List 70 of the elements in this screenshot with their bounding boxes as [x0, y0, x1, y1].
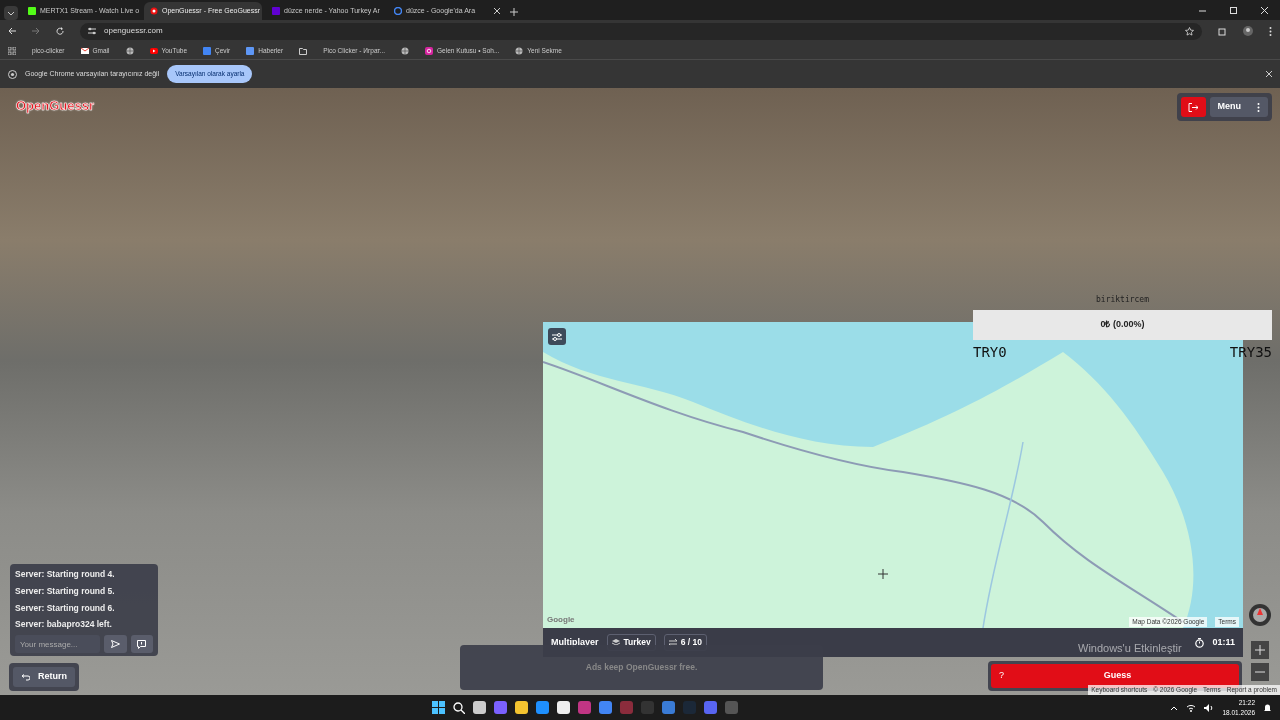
- goal-minimum: TRY0: [973, 343, 1007, 362]
- star-icon[interactable]: [1185, 26, 1194, 36]
- goal-amount: 0₺ (0.00%): [1100, 318, 1145, 332]
- goal-title: biriktircem: [1095, 294, 1150, 306]
- menu-button[interactable]: Menu: [1209, 97, 1268, 117]
- globe-icon[interactable]: [125, 46, 134, 55]
- close-icon[interactable]: [1261, 6, 1268, 14]
- chat-message: Server: Starting round 6.: [15, 601, 116, 615]
- round-timer: 01:11: [1212, 635, 1235, 649]
- send-icon: [110, 640, 120, 648]
- layers-icon: [611, 639, 620, 646]
- back-icon[interactable]: [8, 27, 16, 35]
- speech-bubble-icon: [137, 639, 147, 649]
- camera-icon: [425, 46, 434, 55]
- site-settings-icon[interactable]: [88, 27, 96, 35]
- profile-avatar-icon[interactable]: [1243, 26, 1253, 36]
- more-icon: [1257, 102, 1260, 112]
- address-bar[interactable]: openguessr.com: [80, 22, 1202, 40]
- app-icon[interactable]: [473, 701, 487, 714]
- google-logo: Google: [547, 614, 575, 626]
- close-icon[interactable]: [1266, 71, 1272, 77]
- exit-icon: [1188, 102, 1198, 112]
- forward-icon[interactable]: [32, 27, 40, 35]
- site-favicon-icon: [150, 7, 158, 15]
- speaker-icon[interactable]: [1204, 703, 1215, 712]
- map-settings-button[interactable]: [548, 328, 566, 345]
- reload-icon[interactable]: [56, 27, 64, 35]
- zoom-in-icon[interactable]: [1251, 641, 1269, 659]
- activation-watermark: Windows'u Etkinleştir: [1078, 641, 1182, 656]
- message-input[interactable]: Your message...: [15, 635, 100, 653]
- windows-logo-icon[interactable]: [432, 701, 446, 714]
- extensions-icon[interactable]: [1218, 26, 1227, 36]
- maximize-icon[interactable]: [1230, 6, 1237, 14]
- return-arrow-icon: [21, 673, 30, 681]
- chat-message: Server: babapro324 left.: [15, 618, 113, 631]
- mail-icon: [80, 46, 89, 55]
- zoom-out-icon[interactable]: [1251, 663, 1269, 681]
- globe-icon[interactable]: [401, 46, 410, 55]
- site-favicon-icon: [272, 7, 280, 15]
- play-icon: [149, 46, 158, 55]
- folder-icon[interactable]: [299, 46, 308, 55]
- compass-icon[interactable]: [1249, 604, 1271, 626]
- stopwatch-icon: [1195, 637, 1205, 648]
- more-icon[interactable]: [1269, 26, 1272, 36]
- chevron-up-icon[interactable]: [1170, 704, 1179, 711]
- chat-message: Server: Starting round 4.: [15, 568, 116, 581]
- report-button[interactable]: [130, 635, 153, 653]
- site-favicon-icon: [28, 7, 36, 15]
- app-icon[interactable]: [557, 701, 571, 714]
- news-icon: [246, 46, 255, 55]
- app-icon[interactable]: [515, 701, 529, 714]
- tab-search-icon[interactable]: [4, 6, 18, 20]
- translate-icon: [203, 46, 212, 55]
- new-tab-icon[interactable]: [510, 8, 518, 16]
- swap-icon: [668, 639, 677, 646]
- return-button[interactable]: Return: [13, 667, 75, 687]
- send-button[interactable]: [104, 635, 127, 653]
- search-icon[interactable]: [453, 701, 466, 714]
- game-mode-label: Multiplayer: [551, 635, 599, 649]
- apps-grid-icon[interactable]: [8, 46, 16, 55]
- close-icon[interactable]: [494, 8, 500, 14]
- ad-text: Ads keep OpenGuessr free.: [585, 661, 698, 674]
- globe-icon: [515, 46, 524, 55]
- sliders-icon: [552, 332, 562, 341]
- leave-button[interactable]: [1180, 97, 1206, 117]
- wifi-icon[interactable]: [1186, 703, 1197, 712]
- chrome-logo-icon: [8, 69, 17, 79]
- notification-bell-icon[interactable]: [1263, 703, 1272, 712]
- chat-message: Server: Starting round 5.: [15, 584, 116, 598]
- google-favicon-icon: [394, 7, 402, 15]
